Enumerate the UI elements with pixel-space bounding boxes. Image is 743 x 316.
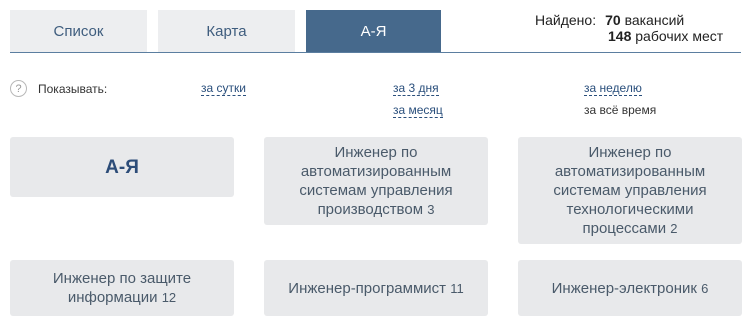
card-profession[interactable]: Инженер по автоматизированным системам у…	[264, 137, 488, 225]
period-3-days[interactable]: за 3 дня	[393, 82, 439, 96]
card-count: 3	[427, 202, 435, 217]
period-all-time: за всё время	[584, 103, 657, 117]
card-count: 6	[701, 280, 709, 296]
tabs-underline	[10, 52, 741, 53]
card-count: 12	[161, 290, 177, 305]
found-summary: Найдено: 70 вакансий 148 рабочих мест	[535, 12, 741, 44]
card-profession[interactable]: Инженер по защите информации 12	[10, 260, 234, 316]
card-title: Инженер-программист	[288, 279, 447, 297]
tab-list[interactable]: Список	[10, 10, 147, 52]
show-label: Показывать:	[38, 82, 108, 96]
found-label: Найдено:	[535, 12, 597, 28]
vacancies-count: 70	[605, 12, 621, 28]
card-count: 2	[670, 221, 678, 236]
card-title: Инженер-электроник	[551, 279, 697, 297]
places-word: рабочих мест	[635, 28, 724, 44]
help-icon[interactable]: ?	[10, 80, 27, 97]
places-count: 148	[608, 28, 632, 44]
card-profession[interactable]: Инженер по автоматизированным системам у…	[518, 137, 742, 244]
card-az-label: А-Я	[105, 156, 139, 178]
vacancies-word: вакансий	[624, 12, 685, 28]
period-month[interactable]: за месяц	[393, 104, 443, 118]
period-day[interactable]: за сутки	[201, 82, 246, 96]
card-title: Инженер по автоматизированным системам у…	[553, 144, 707, 237]
period-week[interactable]: за неделю	[584, 82, 642, 96]
tab-az[interactable]: А-Я	[306, 10, 441, 53]
card-count: 11	[450, 280, 464, 296]
card-az[interactable]: А-Я	[10, 137, 234, 197]
tab-map[interactable]: Карта	[158, 10, 295, 52]
card-profession[interactable]: Инженер-программист 11	[264, 260, 488, 316]
card-profession[interactable]: Инженер-электроник 6	[518, 260, 742, 316]
